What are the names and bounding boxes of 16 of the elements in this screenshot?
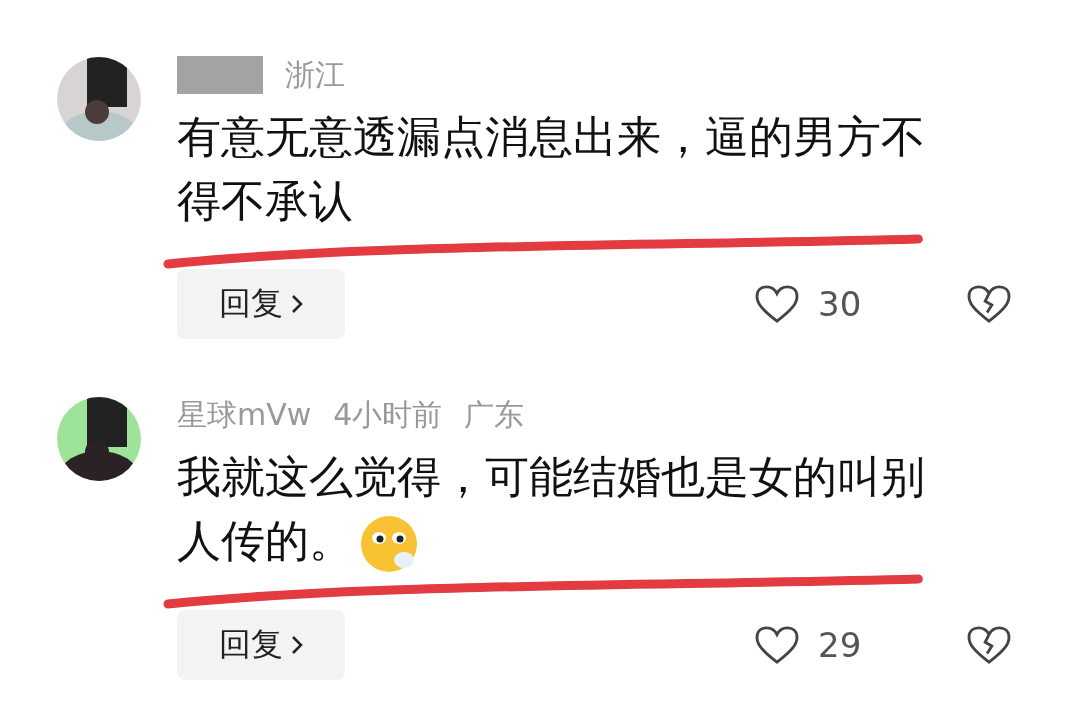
- comment-location: 广东: [464, 395, 525, 434]
- chevron-icon: [291, 635, 303, 655]
- like-count: 29: [818, 625, 863, 665]
- chevron-icon: [291, 294, 303, 314]
- comment-location: 浙江: [285, 55, 345, 94]
- broken-heart-icon[interactable]: [966, 284, 1012, 324]
- reply-button[interactable]: 回复: [177, 269, 345, 339]
- heart-icon[interactable]: [754, 625, 800, 665]
- comment-time: 4小时前: [333, 395, 443, 434]
- like-count: 30: [818, 284, 863, 324]
- broken-heart-icon[interactable]: [966, 625, 1012, 665]
- heart-icon[interactable]: [754, 284, 800, 324]
- comment-text: 我就这么觉得，可能结婚也是女的叫别人传的。: [177, 451, 925, 566]
- username: 星球mVw: [177, 395, 312, 434]
- comment-text: 有意无意透漏点消息出来，逼的男方不得不承认: [177, 111, 925, 226]
- reply-button[interactable]: 回复: [177, 610, 345, 680]
